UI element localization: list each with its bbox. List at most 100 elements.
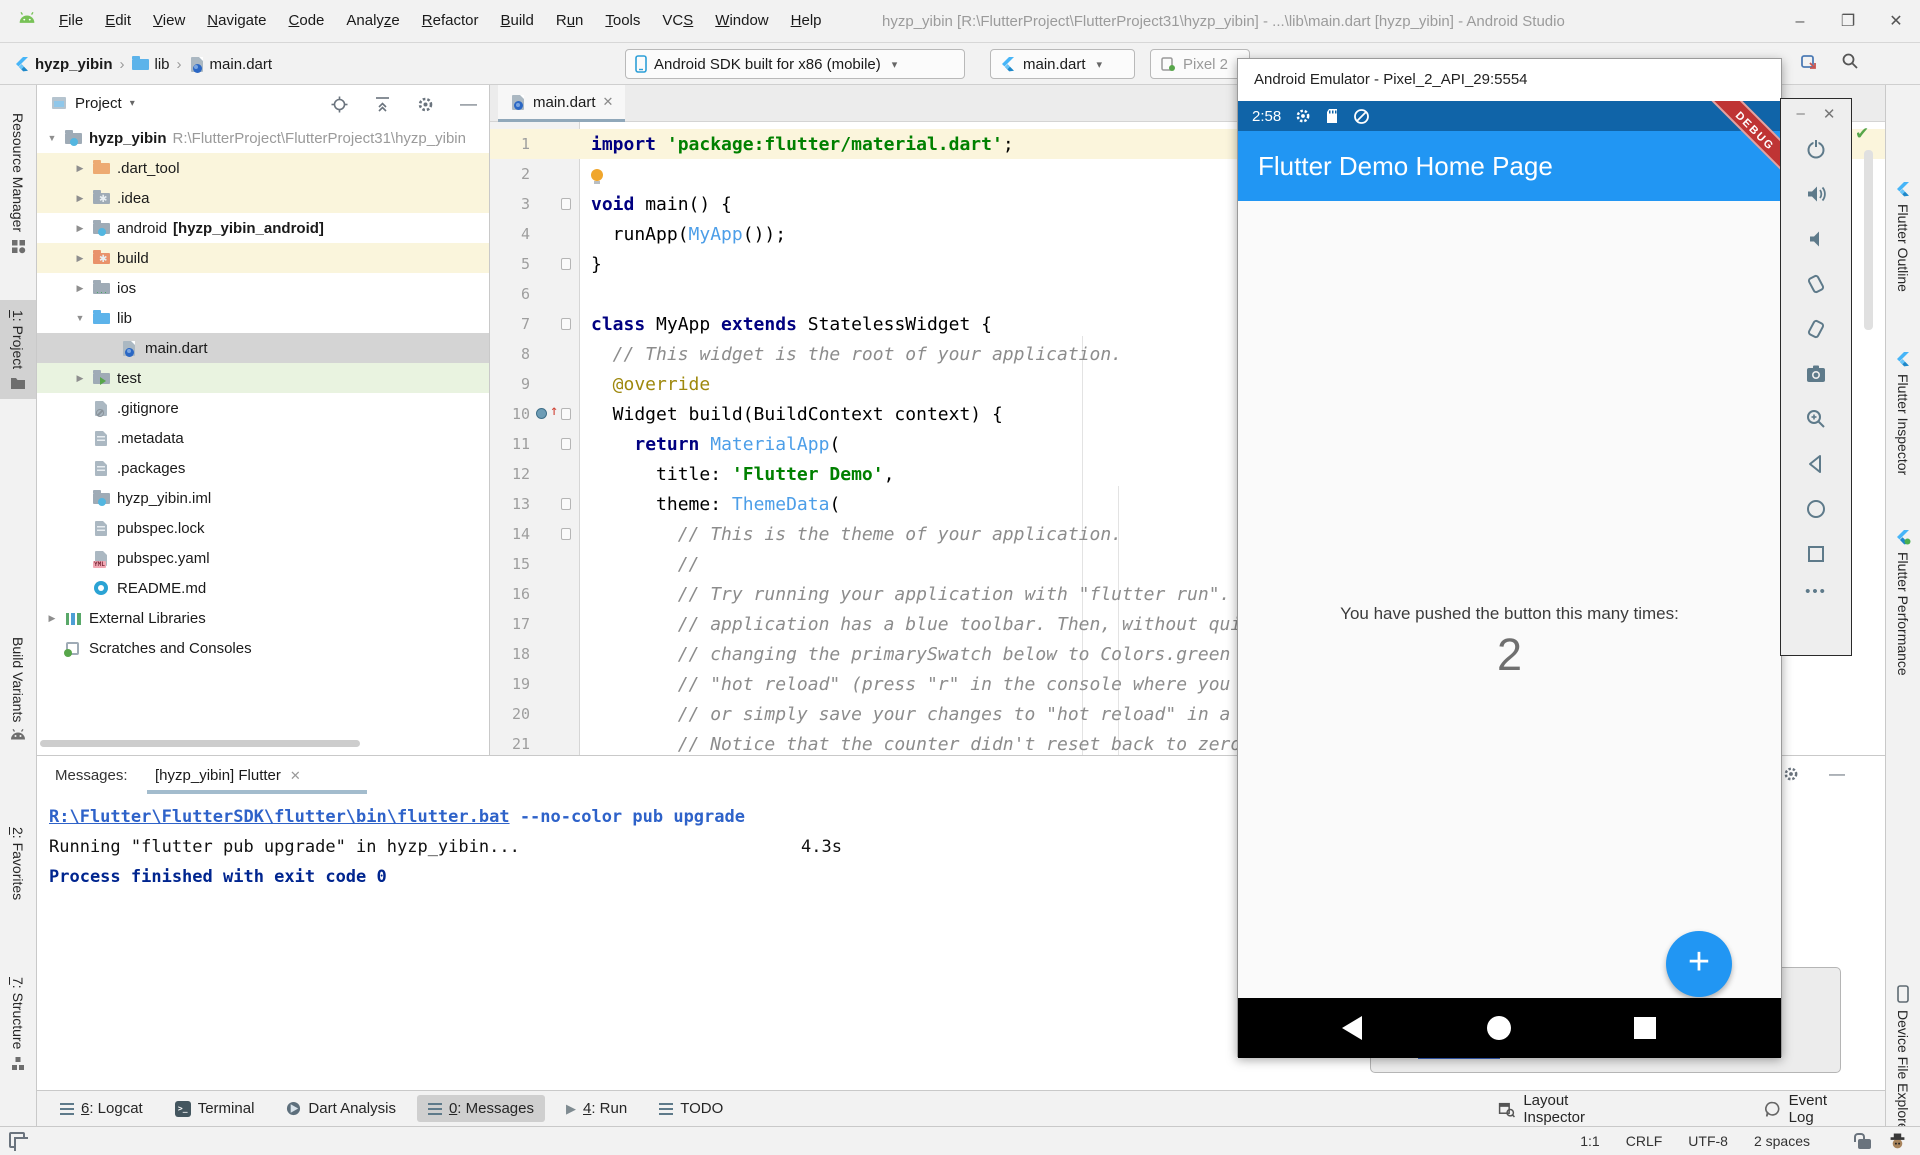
flutter-bat-link[interactable]: R:\Flutter\FlutterSDK\flutter\bin\flutte… bbox=[49, 807, 510, 827]
emulator-volume-up-icon[interactable] bbox=[1804, 182, 1828, 206]
tool-button-messages[interactable]: 0: Messages bbox=[417, 1095, 545, 1122]
menu-vcs[interactable]: VCS bbox=[651, 12, 704, 29]
minimize-window-icon[interactable]: – bbox=[1776, 0, 1824, 43]
sidebar-item-structure[interactable]: 7: Structure bbox=[0, 977, 36, 1071]
collapsed-arrow-icon[interactable]: ▶ bbox=[73, 253, 87, 264]
tree-item-gitignore[interactable]: .gitignore bbox=[37, 393, 489, 423]
tree-item-scratches-and-consoles[interactable]: Scratches and Consoles bbox=[37, 633, 489, 663]
tree-item-pubspec-yaml[interactable]: YMLpubspec.yaml bbox=[37, 543, 489, 573]
breadcrumb-lib[interactable]: lib bbox=[132, 56, 170, 73]
menu-run[interactable]: Run bbox=[545, 12, 595, 29]
menu-tools[interactable]: Tools bbox=[594, 12, 651, 29]
fold-marker-icon[interactable] bbox=[561, 528, 571, 540]
emulator-title-bar[interactable]: Android Emulator - Pixel_2_API_29:5554 bbox=[1238, 59, 1781, 101]
menu-analyze[interactable]: Analyze bbox=[335, 12, 410, 29]
collapsed-arrow-icon[interactable]: ▶ bbox=[73, 163, 87, 174]
device-selector[interactable]: Android SDK built for x86 (mobile) ▾ bbox=[625, 49, 965, 79]
sidebar-item-flutter-outline[interactable]: Flutter Outline bbox=[1886, 181, 1920, 292]
menu-code[interactable]: Code bbox=[278, 12, 336, 29]
editor-scrollbar[interactable] bbox=[1864, 150, 1873, 330]
intention-bulb-icon[interactable] bbox=[591, 169, 603, 181]
attach-debugger-icon[interactable] bbox=[1800, 53, 1817, 70]
emulator-screen[interactable]: 2:58 Flutter Demo Home Page DEBUG You ha… bbox=[1238, 101, 1781, 1058]
fab-increment-button[interactable]: + bbox=[1666, 931, 1732, 997]
tool-button-todo[interactable]: TODO bbox=[648, 1095, 734, 1122]
fold-marker-icon[interactable] bbox=[561, 318, 571, 330]
breadcrumb-main-dart[interactable]: main.dart bbox=[189, 56, 273, 73]
collapse-all-icon[interactable] bbox=[374, 96, 391, 113]
event-log-button[interactable]: Event Log bbox=[1764, 1091, 1827, 1127]
close-tab-icon[interactable]: ✕ bbox=[603, 94, 614, 110]
emulator-zoom-icon[interactable] bbox=[1804, 407, 1828, 431]
tool-button-run[interactable]: ▶4: Run bbox=[555, 1095, 638, 1122]
menu-window[interactable]: Window bbox=[704, 12, 779, 29]
emulator-home-icon[interactable] bbox=[1804, 497, 1828, 521]
nav-overview-icon[interactable] bbox=[1634, 1017, 1656, 1039]
emulator-close-icon[interactable]: ✕ bbox=[1823, 105, 1836, 123]
tree-item-external-libraries[interactable]: ▶External Libraries bbox=[37, 603, 489, 633]
menu-navigate[interactable]: Navigate bbox=[196, 12, 277, 29]
collapsed-arrow-icon[interactable]: ▶ bbox=[73, 373, 87, 384]
run-app-gutter-icon[interactable] bbox=[536, 408, 547, 419]
tree-item-hyzp-yibin[interactable]: ▼hyzp_yibin R:\FlutterProject\FlutterPro… bbox=[37, 123, 489, 153]
tree-item-build[interactable]: ▶✱build bbox=[37, 243, 489, 273]
sidebar-item-project[interactable]: 1: Project bbox=[0, 300, 36, 399]
hide-panel-icon[interactable]: — bbox=[1829, 766, 1845, 784]
emulator-overview-icon[interactable] bbox=[1804, 542, 1828, 566]
menu-help[interactable]: Help bbox=[780, 12, 833, 29]
settings-gear-icon[interactable] bbox=[417, 96, 434, 113]
collapsed-arrow-icon[interactable]: ▶ bbox=[73, 223, 87, 234]
tree-item-main-dart[interactable]: main.dart bbox=[37, 333, 489, 363]
tree-item-hyzp-yibin-iml[interactable]: hyzp_yibin.iml bbox=[37, 483, 489, 513]
fold-marker-icon[interactable] bbox=[561, 438, 571, 450]
tree-item-metadata[interactable]: .metadata bbox=[37, 423, 489, 453]
sidebar-item-flutter-inspector[interactable]: Flutter Inspector bbox=[1886, 351, 1920, 475]
sidebar-item-favorites[interactable]: 2: Favorites bbox=[0, 827, 36, 907]
sidebar-item-build-variants[interactable]: Build Variants bbox=[0, 637, 36, 740]
fold-marker-icon[interactable] bbox=[561, 498, 571, 510]
emulator-more-icon[interactable]: ••• bbox=[1805, 587, 1827, 597]
restore-window-icon[interactable]: ❐ bbox=[1824, 0, 1872, 43]
emulator-back-icon[interactable] bbox=[1804, 452, 1828, 476]
hector-inspection-icon[interactable] bbox=[1889, 1133, 1906, 1150]
sidebar-item-device-file-explorer[interactable]: Device File Explorer bbox=[1886, 985, 1920, 1135]
status-1-1[interactable]: 1:1 bbox=[1580, 1133, 1599, 1149]
settings-gear-icon[interactable] bbox=[1783, 766, 1799, 784]
tab-main-dart[interactable]: main.dart ✕ bbox=[498, 85, 625, 122]
nav-home-icon[interactable] bbox=[1487, 1016, 1511, 1040]
menu-refactor[interactable]: Refactor bbox=[411, 12, 490, 29]
sidebar-item-flutter-performance[interactable]: Flutter Performance bbox=[1886, 529, 1920, 676]
inspections-ok-icon[interactable]: ✔ bbox=[1855, 124, 1869, 144]
menu-file[interactable]: File bbox=[48, 12, 94, 29]
emulator-rotate-right-icon[interactable] bbox=[1804, 317, 1828, 341]
tree-item-android[interactable]: ▶android [hyzp_yibin_android] bbox=[37, 213, 489, 243]
tree-item-lib[interactable]: ▼lib bbox=[37, 303, 489, 333]
breadcrumb-hyzp-yibin[interactable]: hyzp_yibin bbox=[14, 56, 113, 73]
locate-file-icon[interactable] bbox=[331, 96, 348, 113]
close-tab-icon[interactable]: ✕ bbox=[290, 768, 301, 784]
collapsed-arrow-icon[interactable]: ▶ bbox=[73, 193, 87, 204]
tool-button-logcat[interactable]: 6: Logcat bbox=[49, 1095, 154, 1122]
tool-button-dart-analysis[interactable]: Dart Analysis bbox=[275, 1095, 407, 1122]
search-everywhere-icon[interactable] bbox=[1841, 52, 1859, 70]
emulator-rotate-left-icon[interactable] bbox=[1804, 272, 1828, 296]
menu-build[interactable]: Build bbox=[489, 12, 544, 29]
override-marker-icon[interactable]: ↑ bbox=[550, 404, 558, 418]
tool-button-terminal[interactable]: >_Terminal bbox=[164, 1095, 266, 1122]
collapsed-arrow-icon[interactable]: ▶ bbox=[73, 283, 87, 294]
expanded-arrow-icon[interactable]: ▼ bbox=[45, 133, 59, 143]
menu-edit[interactable]: Edit bbox=[94, 12, 142, 29]
menu-view[interactable]: View bbox=[142, 12, 196, 29]
tree-item-packages[interactable]: .packages bbox=[37, 453, 489, 483]
nav-back-icon[interactable] bbox=[1342, 1016, 1362, 1040]
unlock-icon[interactable] bbox=[1858, 1139, 1871, 1149]
status-crlf[interactable]: CRLF bbox=[1626, 1133, 1663, 1149]
collapsed-arrow-icon[interactable]: ▶ bbox=[45, 613, 59, 624]
fold-marker-icon[interactable] bbox=[561, 198, 571, 210]
status-utf-8[interactable]: UTF-8 bbox=[1688, 1133, 1728, 1149]
tree-item-readme-md[interactable]: README.md bbox=[37, 573, 489, 603]
run-config-selector[interactable]: main.dart ▾ bbox=[990, 49, 1135, 79]
tree-item-test[interactable]: ▶test bbox=[37, 363, 489, 393]
status-2-spaces[interactable]: 2 spaces bbox=[1754, 1133, 1810, 1149]
mirrored-device-button[interactable]: Pixel 2 bbox=[1150, 49, 1250, 79]
